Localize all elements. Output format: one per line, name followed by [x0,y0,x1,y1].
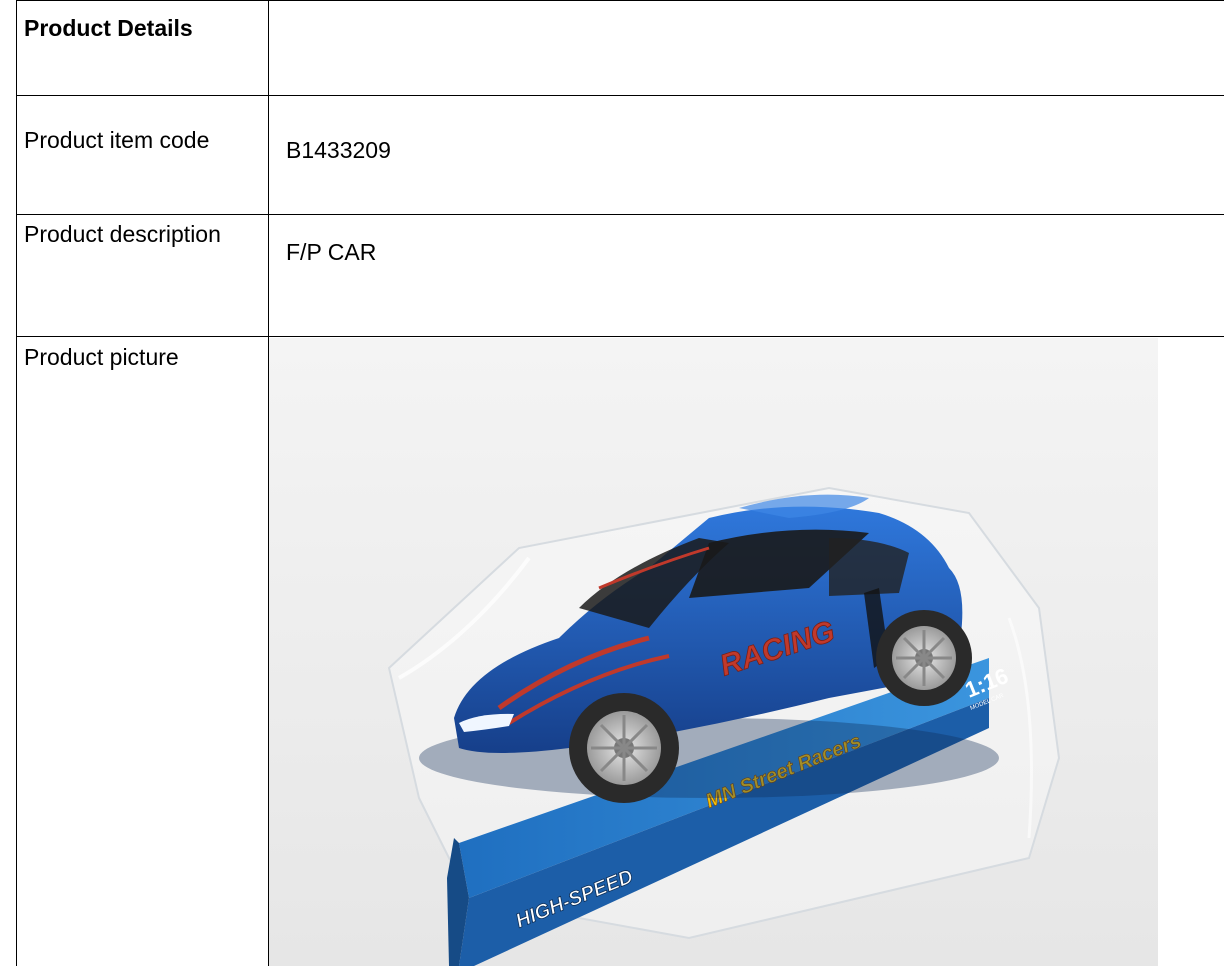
toy-car-image: HIGH-SPEED MN Street Racers 1:16 MODEL C… [269,338,1158,966]
item-code-value: B1433209 [286,137,391,163]
row-divider [16,214,1224,215]
row-divider [16,336,1224,337]
picture-label: Product picture [24,344,179,370]
item-code-label: Product item code [24,127,210,153]
description-label: Product description [24,221,221,247]
table-border-top [16,0,1224,1]
table-border-left [16,0,17,966]
product-picture: HIGH-SPEED MN Street Racers 1:16 MODEL C… [269,338,1158,966]
row-divider [16,95,1224,96]
description-value: F/P CAR [286,239,377,265]
header-label: Product Details [24,15,193,41]
